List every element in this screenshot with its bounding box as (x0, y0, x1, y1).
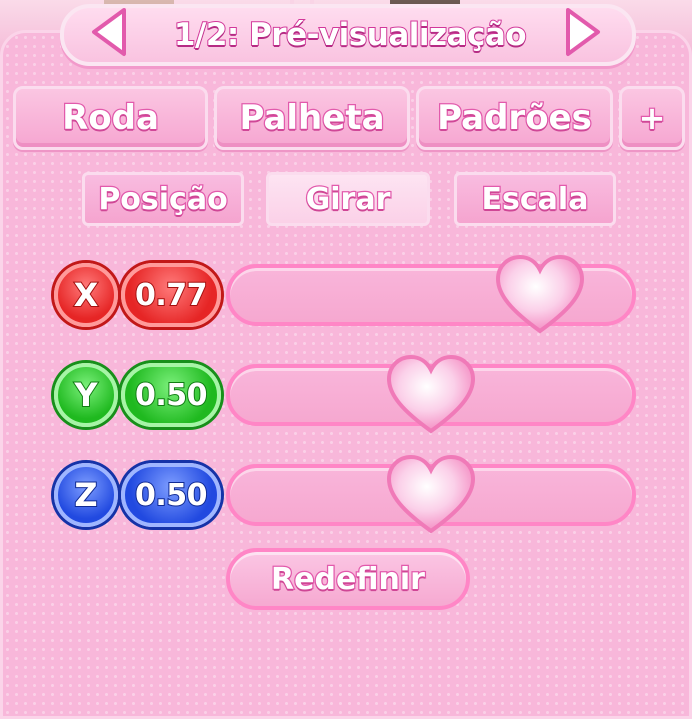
tab-more-button[interactable]: + (619, 86, 685, 150)
page-title: 1/2: Pré-visualização (173, 16, 528, 54)
tab-palheta[interactable]: Palheta (214, 86, 410, 150)
axis-x-badge: X (54, 263, 118, 327)
subtab-posicao[interactable]: Posição (82, 172, 244, 226)
x-slider-heart-handle-icon[interactable] (492, 253, 588, 337)
color-editor-screen: 1/2: Pré-visualização Roda Palheta Padrõ… (0, 0, 692, 719)
z-value-badge: 0.50 (121, 463, 221, 527)
reset-button[interactable]: Redefinir (226, 548, 470, 610)
tab-roda[interactable]: Roda (13, 86, 208, 150)
z-slider-heart-handle-icon[interactable] (383, 453, 479, 537)
next-button[interactable] (560, 6, 606, 58)
y-value-badge: 0.50 (121, 363, 221, 427)
axis-y-badge: Y (54, 363, 118, 427)
axis-z-badge: Z (54, 463, 118, 527)
y-slider-heart-handle-icon[interactable] (383, 353, 479, 437)
subtab-escala[interactable]: Escala (454, 172, 616, 226)
chevron-left-icon (92, 8, 126, 56)
prev-button[interactable] (86, 6, 132, 58)
tab-padroes[interactable]: Padrões (416, 86, 613, 150)
x-value-badge: 0.77 (121, 263, 221, 327)
subtab-girar[interactable]: Girar (266, 172, 430, 226)
chevron-right-icon (566, 8, 600, 56)
